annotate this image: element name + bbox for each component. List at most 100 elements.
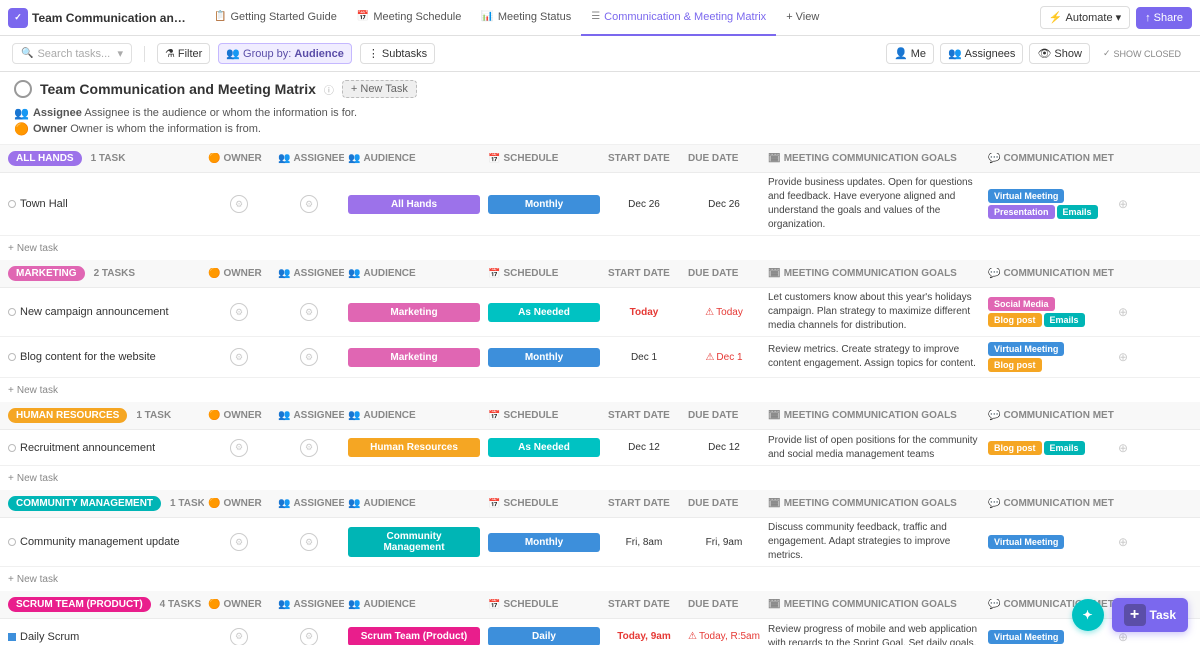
task-owner-cell[interactable]: ⚙ <box>204 628 274 645</box>
schedule-header-icon: 📅 <box>488 153 500 164</box>
assignee-picker[interactable]: ⚙ <box>300 348 318 366</box>
assignees-button[interactable]: 👥 Assignees <box>940 43 1023 64</box>
task-more-icon[interactable]: ⊕ <box>1118 350 1128 364</box>
show-closed-button[interactable]: ✓ SHOW CLOSED <box>1096 45 1188 62</box>
task-assignee-cell[interactable]: ⚙ <box>274 533 344 551</box>
task-schedule-cell[interactable]: As Needed <box>484 438 604 457</box>
tab-getting-started[interactable]: 📋 Getting Started Guide <box>204 0 347 36</box>
assignee-picker[interactable]: ⚙ <box>300 628 318 645</box>
task-due-date-cell: ⚠ Today, R:5am <box>684 631 764 642</box>
me-button[interactable]: 👤 Me <box>886 43 934 64</box>
table-row[interactable]: Town Hall ⚙ ⚙ All Hands Monthly Dec 26 <box>0 173 1200 236</box>
owner-picker[interactable]: ⚙ <box>230 303 248 321</box>
task-schedule-cell[interactable]: Monthly <box>484 533 604 552</box>
audience-badge[interactable]: Community Management <box>348 527 480 557</box>
task-schedule-cell[interactable]: As Needed <box>484 303 604 322</box>
share-button[interactable]: ↑ Share <box>1136 7 1192 29</box>
table-row[interactable]: Daily Scrum ⚙ ⚙ Scrum Team (Product) Dai… <box>0 619 1200 645</box>
tab-comm-matrix[interactable]: ☰ Communication & Meeting Matrix <box>581 0 776 36</box>
new-task-link[interactable]: + New task <box>8 473 58 484</box>
tab-meeting-schedule[interactable]: 📅 Meeting Schedule <box>347 0 472 36</box>
assignee-picker[interactable]: ⚙ <box>300 195 318 213</box>
assignee-picker[interactable]: ⚙ <box>300 303 318 321</box>
task-audience-cell[interactable]: All Hands <box>344 195 484 214</box>
filter-button[interactable]: ⚗ Filter <box>157 43 210 64</box>
task-assignee-cell[interactable]: ⚙ <box>274 195 344 213</box>
search-box[interactable]: 🔍 Search tasks... ▾ <box>12 43 132 64</box>
task-more-icon[interactable]: ⊕ <box>1118 535 1128 549</box>
owner-picker[interactable]: ⚙ <box>230 195 248 213</box>
table-row[interactable]: Recruitment announcement ⚙ ⚙ Human Resou… <box>0 430 1200 466</box>
task-assignee-cell[interactable]: ⚙ <box>274 628 344 645</box>
section-tag-cell: Community Management 1 TASK <box>4 496 204 511</box>
schedule-badge[interactable]: As Needed <box>488 438 600 457</box>
task-more-icon[interactable]: ⊕ <box>1118 305 1128 319</box>
schedule-badge[interactable]: Monthly <box>488 195 600 214</box>
owner-picker[interactable]: ⚙ <box>230 348 248 366</box>
assignee-picker[interactable]: ⚙ <box>300 439 318 457</box>
owner-picker[interactable]: ⚙ <box>230 628 248 645</box>
audience-badge[interactable]: Marketing <box>348 303 480 322</box>
group-by-button[interactable]: 👥 Group by: Audience <box>218 43 352 64</box>
ai-assistant-button[interactable]: ✦ <box>1072 599 1104 631</box>
section-tag: All Hands <box>8 151 82 166</box>
assignee-header-icon: 👥 <box>278 599 290 610</box>
task-schedule-cell[interactable]: Monthly <box>484 348 604 367</box>
tab-add-view[interactable]: + View <box>776 0 829 36</box>
assignee-picker[interactable]: ⚙ <box>300 533 318 551</box>
task-actions-cell[interactable]: ⊕ <box>1114 197 1134 211</box>
show-button[interactable]: 👁 Show <box>1029 43 1090 64</box>
task-count: 1 TASK <box>91 153 126 164</box>
col-goals-header: 🗓 MEETING COMMUNICATION GOALS <box>764 268 984 279</box>
new-task-row[interactable]: + New task <box>0 378 1200 402</box>
schedule-badge[interactable]: Monthly <box>488 348 600 367</box>
new-task-link[interactable]: + New task <box>8 385 58 396</box>
task-schedule-cell[interactable]: Daily <box>484 627 604 645</box>
new-task-row[interactable]: + New task <box>0 236 1200 260</box>
task-owner-cell[interactable]: ⚙ <box>204 348 274 366</box>
task-owner-cell[interactable]: ⚙ <box>204 533 274 551</box>
task-audience-cell[interactable]: Community Management <box>344 527 484 557</box>
task-schedule-cell[interactable]: Monthly <box>484 195 604 214</box>
tab-meeting-status[interactable]: 📊 Meeting Status <box>471 0 581 36</box>
task-actions-cell[interactable]: ⊕ <box>1114 350 1134 364</box>
table-row[interactable]: Blog content for the website ⚙ ⚙ Marketi… <box>0 337 1200 378</box>
table-row[interactable]: Community management update ⚙ ⚙ Communit… <box>0 518 1200 567</box>
audience-badge[interactable]: Marketing <box>348 348 480 367</box>
new-task-row[interactable]: + New task <box>0 466 1200 490</box>
task-assignee-cell[interactable]: ⚙ <box>274 303 344 321</box>
task-assignee-cell[interactable]: ⚙ <box>274 439 344 457</box>
subtasks-button[interactable]: ⋮ Subtasks <box>360 43 435 64</box>
task-audience-cell[interactable]: Human Resources <box>344 438 484 457</box>
new-task-link[interactable]: + New task <box>8 243 58 254</box>
sections-container: All Hands 1 TASK 🟠 OWNER 👥 ASSIGNEE 👥 AU… <box>0 145 1200 645</box>
automate-button[interactable]: ⚡ Automate ▾ <box>1040 6 1130 29</box>
info-icon[interactable]: ⓘ <box>324 82 334 97</box>
due-date: ⚠ Today <box>688 307 760 318</box>
task-assignee-cell[interactable]: ⚙ <box>274 348 344 366</box>
task-owner-cell[interactable]: ⚙ <box>204 303 274 321</box>
task-actions-cell[interactable]: ⊕ <box>1114 535 1134 549</box>
schedule-badge[interactable]: Daily <box>488 627 600 645</box>
schedule-badge[interactable]: As Needed <box>488 303 600 322</box>
new-task-row[interactable]: + New task <box>0 567 1200 591</box>
task-owner-cell[interactable]: ⚙ <box>204 195 274 213</box>
task-audience-cell[interactable]: Scrum Team (Product) <box>344 627 484 645</box>
new-task-link[interactable]: + New task <box>8 574 58 585</box>
audience-badge[interactable]: All Hands <box>348 195 480 214</box>
task-more-icon[interactable]: ⊕ <box>1118 197 1128 211</box>
task-actions-cell[interactable]: ⊕ <box>1114 441 1134 455</box>
new-task-button[interactable]: + New Task <box>342 80 417 98</box>
owner-picker[interactable]: ⚙ <box>230 533 248 551</box>
task-actions-cell[interactable]: ⊕ <box>1114 305 1134 319</box>
task-owner-cell[interactable]: ⚙ <box>204 439 274 457</box>
task-more-icon[interactable]: ⊕ <box>1118 441 1128 455</box>
table-row[interactable]: New campaign announcement ⚙ ⚙ Marketing … <box>0 288 1200 337</box>
audience-badge[interactable]: Scrum Team (Product) <box>348 627 480 645</box>
schedule-badge[interactable]: Monthly <box>488 533 600 552</box>
owner-picker[interactable]: ⚙ <box>230 439 248 457</box>
add-task-button[interactable]: + Task <box>1112 598 1188 632</box>
task-audience-cell[interactable]: Marketing <box>344 348 484 367</box>
task-audience-cell[interactable]: Marketing <box>344 303 484 322</box>
audience-badge[interactable]: Human Resources <box>348 438 480 457</box>
